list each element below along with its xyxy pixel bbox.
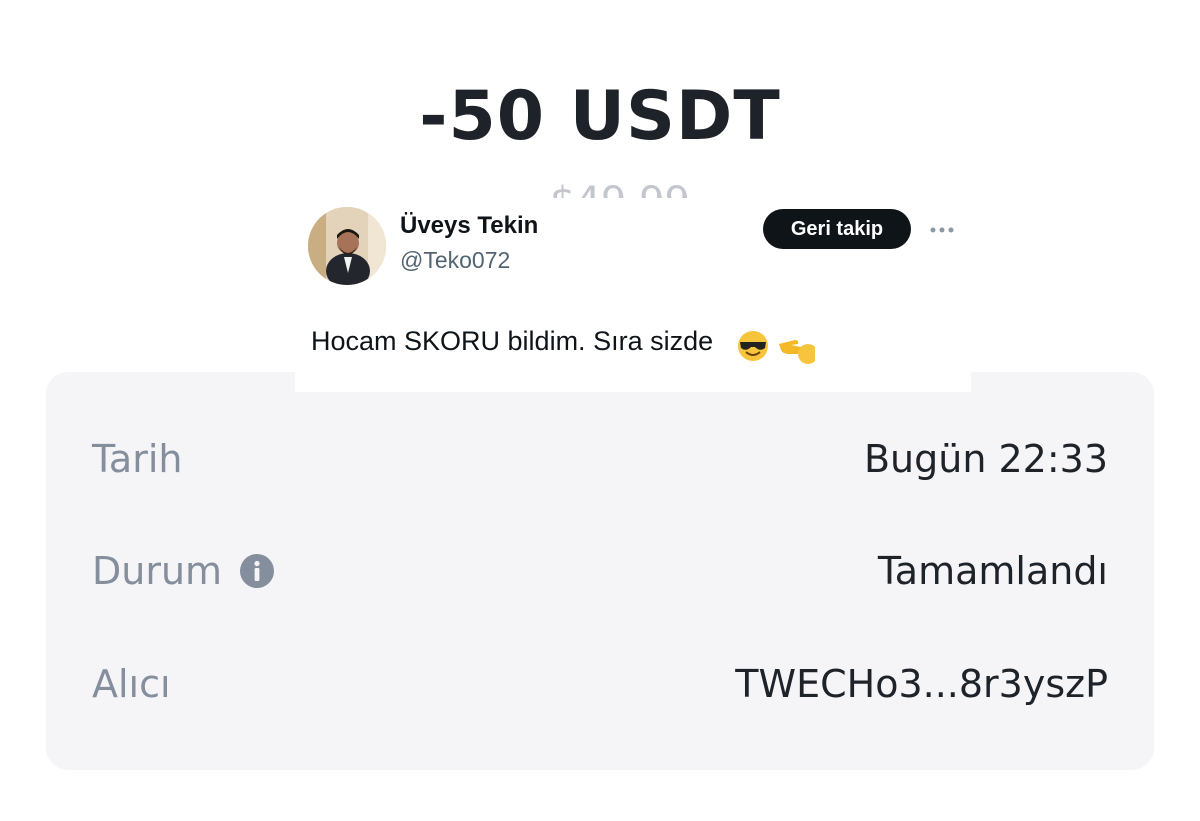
detail-row-status: Durum Tamamlandı xyxy=(92,541,1108,601)
status-label: Durum xyxy=(92,549,223,593)
tweet-emojis xyxy=(735,326,815,366)
detail-row-recipient: Alıcı TWECHo3...8r3yszP xyxy=(92,654,1108,714)
transaction-amount: -50 USDT xyxy=(419,77,781,156)
more-options-icon[interactable] xyxy=(928,218,956,242)
detail-row-date: Tarih Bugün 22:33 xyxy=(92,429,1108,489)
status-value: Tamamlandı xyxy=(877,549,1108,593)
tweet-text: Hocam SKORU bildim. Sıra sizde xyxy=(311,326,714,356)
transaction-details-card: Tarih Bugün 22:33 Durum Tamamlandı Alıcı… xyxy=(46,372,1154,770)
recipient-label: Alıcı xyxy=(92,662,171,706)
tweet-overlay: Üveys Tekin @Teko072 Geri takip Hocam SK… xyxy=(295,198,971,392)
info-icon[interactable] xyxy=(240,554,274,588)
author-name[interactable]: Üveys Tekin xyxy=(400,212,538,240)
follow-back-button[interactable]: Geri takip xyxy=(763,209,911,249)
date-label: Tarih xyxy=(92,437,183,481)
sunglasses-emoji-icon xyxy=(738,331,768,361)
recipient-address[interactable]: TWECHo3...8r3yszP xyxy=(735,654,1108,714)
date-value: Bugün 22:33 xyxy=(863,437,1108,481)
avatar[interactable] xyxy=(308,207,386,285)
author-handle[interactable]: @Teko072 xyxy=(400,247,510,274)
pointing-hand-emoji-icon xyxy=(779,340,815,364)
